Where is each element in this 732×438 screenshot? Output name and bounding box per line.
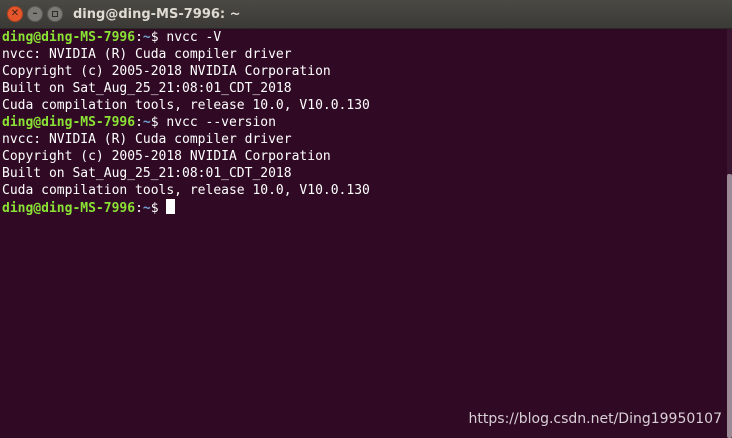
prompt-symbol: $ [150,115,167,130]
output-line: Copyright (c) 2005-2018 NVIDIA Corporati… [2,149,331,164]
prompt-user: ding@ding-MS-7996 [2,201,136,216]
minimize-icon: – [32,8,38,19]
prompt-symbol: $ [150,201,167,216]
text-cursor[interactable] [166,199,176,214]
output-line: Copyright (c) 2005-2018 NVIDIA Corporati… [2,64,331,79]
terminal-output[interactable]: ding@ding-MS-7996:~$ nvcc -V nvcc: NVIDIA… [2,29,720,438]
close-icon: ✕ [10,8,20,19]
prompt-separator: : [135,30,143,45]
prompt-line: ding@ding-MS-7996:~$ [2,199,720,216]
maximize-button[interactable] [47,6,63,22]
prompt-path: ~ [142,30,151,45]
prompt-line: ding@ding-MS-7996:~$ nvcc -V [2,29,720,46]
prompt-separator: : [135,201,143,216]
scrollbar[interactable] [727,29,732,438]
window-title: ding@ding-MS-7996: ~ [73,7,241,22]
close-button[interactable]: ✕ [7,6,23,22]
output-line: Built on Sat_Aug_25_21:08:01_CDT_2018 [2,166,292,181]
watermark: https://blog.csdn.net/Ding19950107 [468,411,722,427]
output-line: nvcc: NVIDIA (R) Cuda compiler driver [2,132,292,147]
prompt-user: ding@ding-MS-7996 [2,30,136,45]
prompt-path: ~ [142,201,151,216]
title-bar[interactable]: ✕ – ding@ding-MS-7996: ~ [0,0,732,29]
scrollbar-thumb[interactable] [727,174,732,438]
command-text: nvcc -V [166,30,222,45]
prompt-path: ~ [142,115,151,130]
terminal-window: ✕ – ding@ding-MS-7996: ~ ding@ding-MS-79… [0,0,732,438]
command-text: nvcc --version [166,115,276,130]
prompt-separator: : [135,115,143,130]
output-line: Cuda compilation tools, release 10.0, V1… [2,183,370,198]
output-line: nvcc: NVIDIA (R) Cuda compiler driver [2,47,292,62]
prompt-user: ding@ding-MS-7996 [2,115,136,130]
output-line: Built on Sat_Aug_25_21:08:01_CDT_2018 [2,81,292,96]
minimize-button[interactable]: – [27,6,43,22]
maximize-icon [52,11,58,17]
output-line: Cuda compilation tools, release 10.0, V1… [2,98,370,113]
prompt-symbol: $ [150,30,167,45]
prompt-line: ding@ding-MS-7996:~$ nvcc --version [2,114,720,131]
